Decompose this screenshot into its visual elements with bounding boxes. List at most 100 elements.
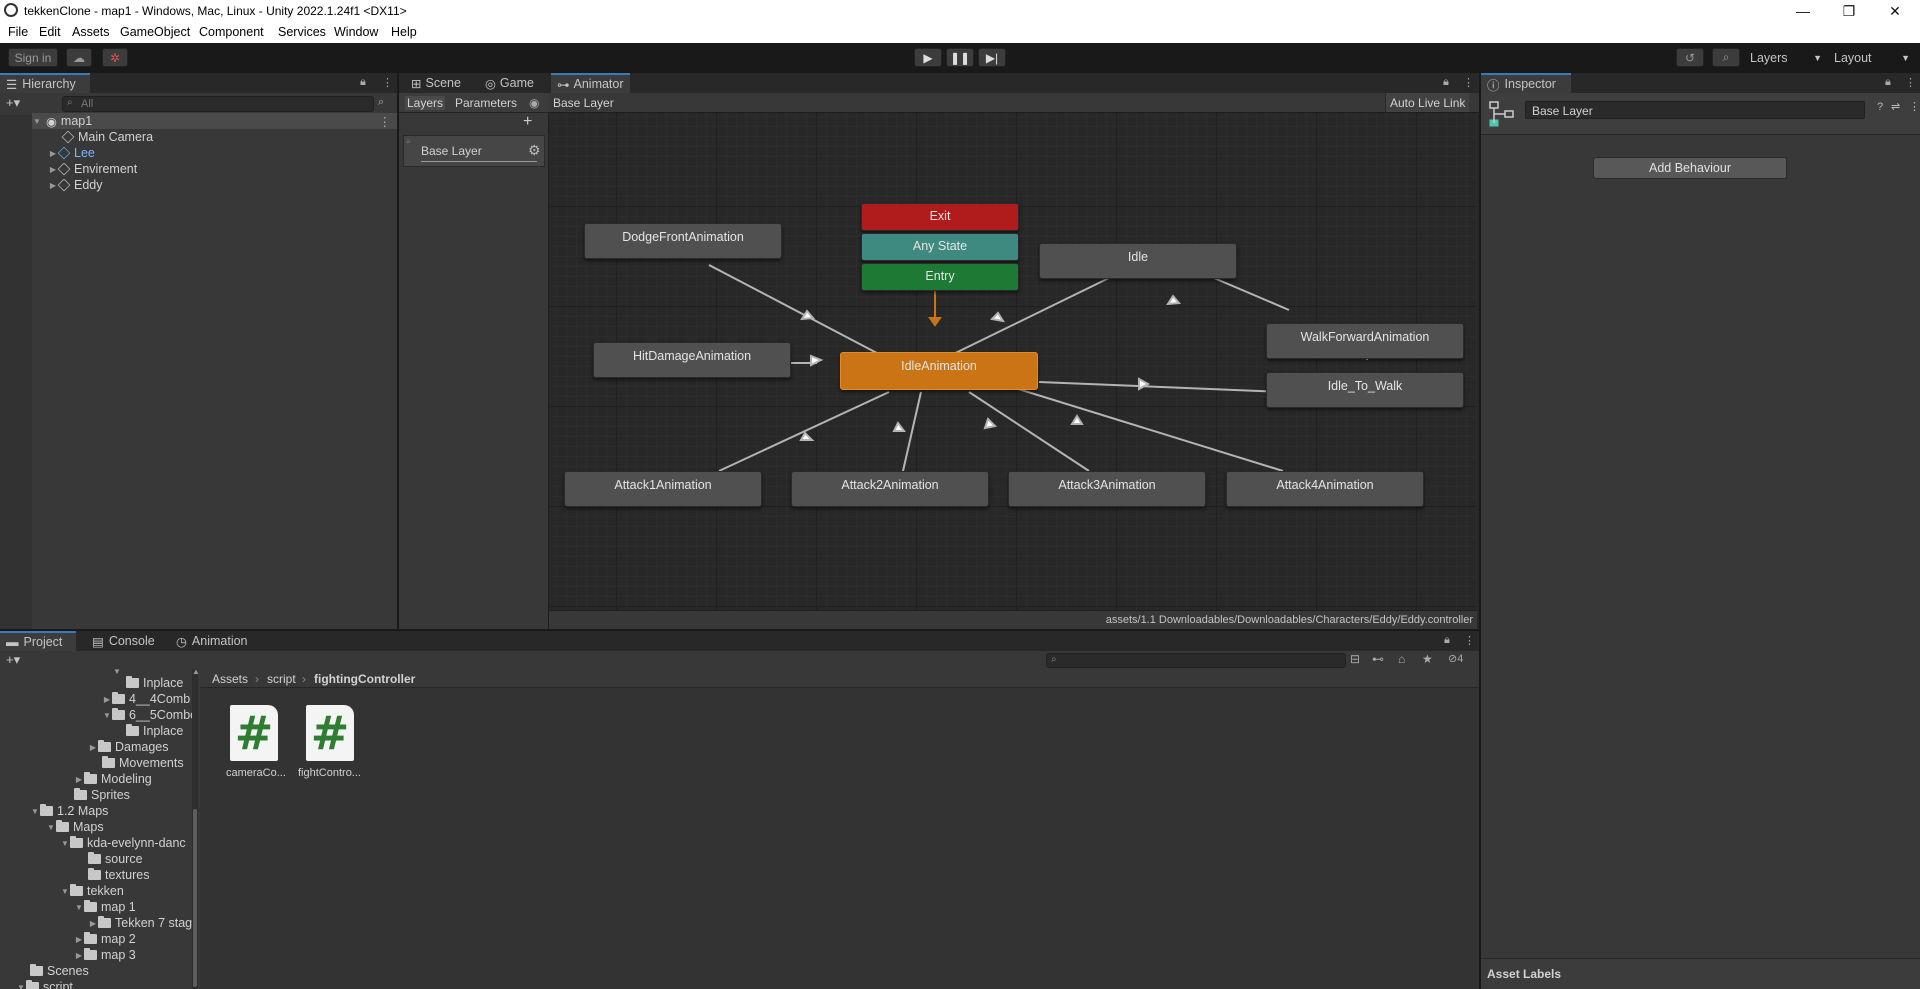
menu-window[interactable]: Window — [334, 25, 378, 39]
menu-gameobject[interactable]: GameObject — [120, 25, 190, 39]
state-idle-animation[interactable]: IdleAnimation — [840, 352, 1038, 390]
gear-icon[interactable]: ⚙ — [528, 142, 541, 159]
tree-item[interactable]: ▼ 6__5Combo — [102, 707, 197, 723]
close-button[interactable]: ✕ — [1872, 0, 1918, 22]
expand-triangle-icon[interactable]: ▶ — [88, 743, 98, 752]
csharp-script-icon[interactable]: # — [230, 705, 278, 761]
label-icon[interactable]: ⌂ — [1398, 652, 1405, 666]
tree-item[interactable]: Sprites — [74, 787, 130, 803]
tree-item[interactable]: ▼ Maps — [46, 819, 104, 835]
tab-animation[interactable]: ◷ Animation — [170, 631, 254, 651]
file-label[interactable]: fightContro... — [298, 767, 361, 779]
tree-item[interactable]: ▶ Tekken 7 stag — [88, 915, 192, 931]
state-any-state[interactable]: Any State — [861, 233, 1019, 261]
tree-item[interactable]: ▶ map 2 — [74, 931, 136, 947]
pause-button[interactable]: ❚❚ — [946, 48, 974, 67]
tree-item[interactable]: ▼ 1.2 Maps — [30, 803, 108, 819]
expand-triangle-icon[interactable]: ▼ — [74, 903, 84, 912]
star-icon[interactable]: ★ — [1422, 652, 1433, 666]
transition-line[interactable] — [968, 391, 1090, 472]
search-by-type-icon[interactable]: ⊟ — [1350, 652, 1360, 666]
hidden-packages-icon[interactable]: ⊘4 — [1448, 652, 1463, 665]
menu-help[interactable]: Help — [391, 25, 417, 39]
kebab-menu-icon[interactable]: ⋮ — [1464, 634, 1475, 647]
kebab-menu-icon[interactable]: ⋮ — [1905, 76, 1916, 89]
state-walk-forward[interactable]: WalkForwardAnimation — [1266, 323, 1464, 359]
expand-triangle-icon[interactable]: ▼ — [60, 839, 70, 848]
expand-triangle-icon[interactable]: ▼ — [16, 983, 26, 989]
tab-inspector[interactable]: ⓘ Inspector — [1481, 73, 1571, 93]
scene-row[interactable]: ▼ ◉ map1 ⋮ — [32, 113, 397, 129]
expand-triangle-icon[interactable]: ▼ — [32, 117, 42, 126]
kebab-menu-icon[interactable]: ⋮ — [1463, 76, 1474, 89]
lock-icon[interactable]: 🔒︎ — [1443, 76, 1449, 89]
hierarchy-item-main-camera[interactable]: Main Camera — [61, 129, 153, 145]
create-button[interactable]: +▾ — [6, 652, 20, 668]
add-behaviour-button[interactable]: Add Behaviour — [1593, 157, 1787, 179]
transition-line[interactable] — [1038, 381, 1284, 393]
search-options-icon[interactable]: ⌕ — [378, 96, 384, 109]
tree-scrollbar-thumb[interactable] — [193, 809, 197, 987]
transition-line[interactable] — [998, 382, 1284, 472]
transition-line[interactable] — [902, 391, 922, 472]
lock-icon[interactable]: 🔒︎ — [1444, 634, 1450, 647]
expand-triangle-icon[interactable]: ▼ — [112, 669, 122, 676]
csharp-script-icon[interactable]: # — [306, 705, 354, 761]
tree-item[interactable]: ▶ Damages — [88, 739, 169, 755]
state-dodge-front[interactable]: DodgeFrontAnimation — [584, 223, 782, 259]
menu-file[interactable]: File — [8, 25, 28, 39]
minimize-button[interactable]: — — [1780, 0, 1826, 22]
tab-project[interactable]: ▬ Project — [0, 631, 76, 651]
play-button[interactable]: ▶ — [914, 48, 942, 67]
expand-triangle-icon[interactable]: ▶ — [48, 149, 58, 158]
hierarchy-search-input[interactable]: ⌕ All — [62, 96, 374, 112]
state-attack4[interactable]: Attack4Animation — [1226, 471, 1424, 507]
maximize-button[interactable]: ❐ — [1826, 0, 1872, 22]
menu-services[interactable]: Services — [278, 25, 326, 39]
subtab-layers[interactable]: Layers — [405, 96, 446, 110]
state-attack3[interactable]: Attack3Animation — [1008, 471, 1206, 507]
state-attack1[interactable]: Attack1Animation — [564, 471, 762, 507]
state-exit[interactable]: Exit — [861, 203, 1019, 231]
expand-triangle-icon[interactable]: ▶ — [102, 695, 112, 704]
project-search-input[interactable]: ⌕ — [1046, 653, 1346, 668]
tree-item[interactable]: ▼ map 1 — [74, 899, 136, 915]
tree-item[interactable]: Inplace — [126, 675, 183, 691]
tree-item[interactable]: ▼ script — [16, 979, 73, 989]
drag-handle-icon[interactable]: ≡ — [406, 137, 411, 146]
lock-icon[interactable]: 🔒︎ — [1885, 76, 1891, 89]
layers-dropdown[interactable]: Layers ▼ — [1744, 48, 1826, 67]
expand-triangle-icon[interactable]: ▶ — [74, 775, 84, 784]
layout-dropdown[interactable]: Layout ▼ — [1828, 48, 1914, 67]
tree-item[interactable]: ▼ — [112, 669, 122, 679]
kebab-menu-icon[interactable]: ⋮ — [382, 76, 393, 89]
expand-triangle-icon[interactable]: ▼ — [46, 823, 56, 832]
search-icon[interactable]: ⌕ — [1712, 48, 1740, 67]
hierarchy-item-eddy[interactable]: ▶ Eddy — [48, 177, 103, 193]
file-label[interactable]: cameraCo... — [226, 767, 286, 779]
tree-item[interactable]: Movements — [102, 755, 184, 771]
expand-triangle-icon[interactable]: ▶ — [88, 919, 98, 928]
kebab-menu-icon[interactable]: ⋮ — [379, 114, 392, 129]
tree-item[interactable]: Scenes — [30, 963, 89, 979]
expand-triangle-icon[interactable]: ▶ — [48, 181, 58, 190]
transition-line[interactable] — [718, 391, 890, 472]
preset-icon[interactable]: ⇌ — [1891, 100, 1900, 113]
breadcrumb-base-layer[interactable]: Base Layer — [553, 96, 614, 110]
state-hit-damage[interactable]: HitDamageAnimation — [593, 342, 791, 378]
animator-graph[interactable]: Exit Any State Entry DodgeFrontAnimation… — [549, 113, 1477, 610]
tree-item[interactable]: ▶ map 3 — [74, 947, 136, 963]
sign-in-button[interactable]: Sign in — [8, 48, 58, 67]
tab-game[interactable]: ◎ Game — [479, 73, 540, 93]
tree-item[interactable]: Inplace — [126, 723, 183, 739]
menu-assets[interactable]: Assets — [72, 25, 110, 39]
tab-console[interactable]: ▤ Console — [86, 631, 161, 651]
layer-name-field[interactable]: Base Layer — [1525, 101, 1865, 119]
kebab-menu-icon[interactable]: ⋮ — [1909, 100, 1920, 113]
tree-item[interactable]: ▶ 4__4Comb — [102, 691, 190, 707]
menu-edit[interactable]: Edit — [39, 25, 61, 39]
tree-item[interactable]: ▶ Modeling — [74, 771, 152, 787]
subtab-parameters[interactable]: Parameters — [455, 96, 517, 110]
state-idle-to-walk[interactable]: Idle_To_Walk — [1266, 372, 1464, 408]
history-icon[interactable]: ↺ — [1676, 48, 1704, 67]
